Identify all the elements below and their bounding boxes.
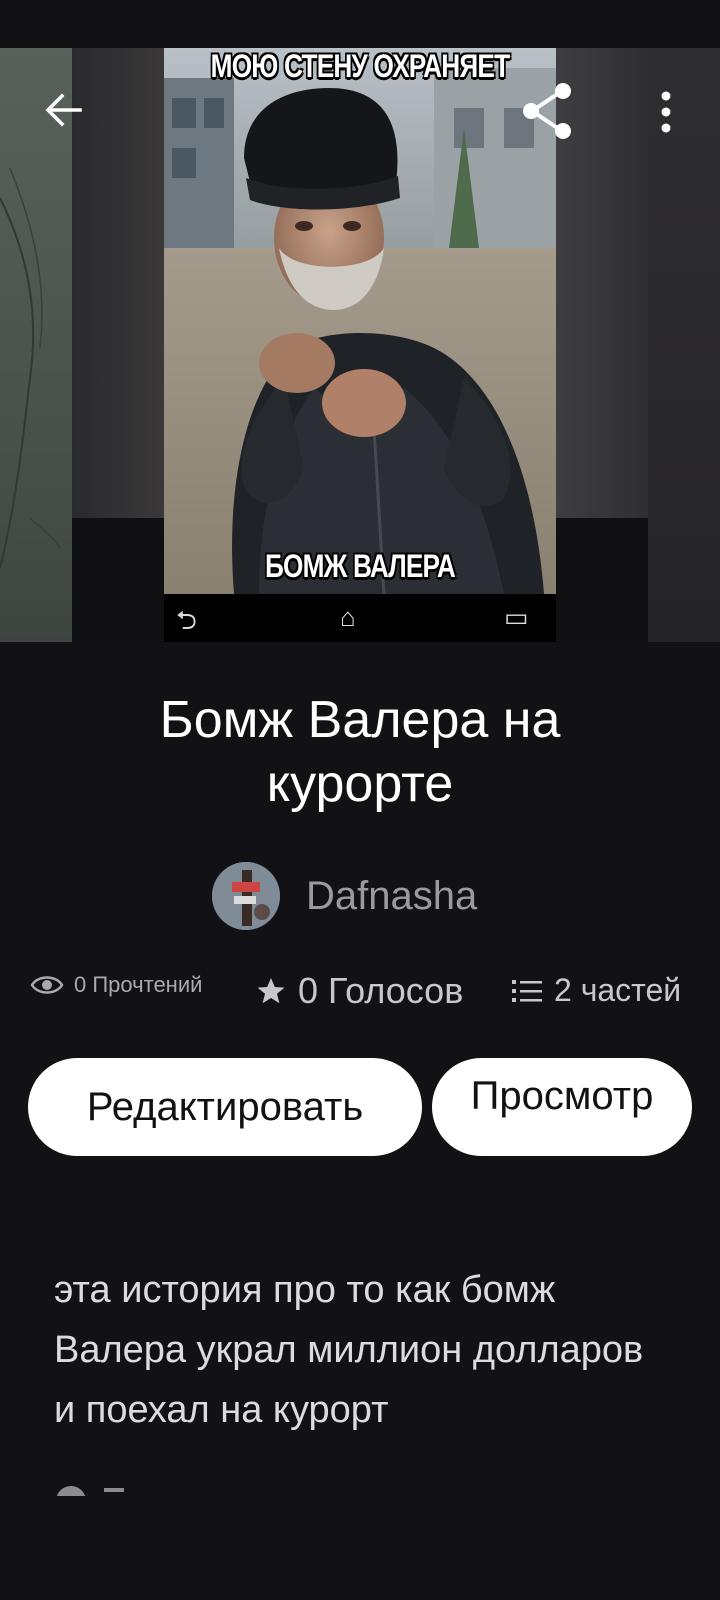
author-avatar[interactable] [212,862,280,930]
next-section-peek [56,1482,256,1496]
star-icon [257,978,285,1004]
share-button[interactable] [516,80,578,142]
cover-caption-top: МОЮ СТЕНУ ОХРАНЯЕТ [210,48,510,84]
nav-home-icon: ⌂ [340,602,356,632]
more-options-button[interactable] [640,86,692,138]
story-description: эта история про то как бомж Валера украл… [54,1269,644,1431]
more-vertical-icon [661,91,671,133]
eye-icon [30,976,64,994]
nav-back-icon: ⮌ [176,605,197,635]
preview-button[interactable]: Просмотр [432,1058,692,1156]
share-icon [523,83,571,139]
list-icon [512,979,542,1002]
reads-count: 0 Прочтений [74,972,203,997]
parts-stat[interactable]: 2 частей [512,972,681,1009]
status-bar [0,0,720,48]
story-cover-image: МОЮ СТЕНУ ОХРАНЯЕТ БОМЖ ВАЛЕРА ⮌ ⌂ ▭ [164,48,556,642]
back-button[interactable] [36,82,92,138]
votes-stat: 0 Голосов [256,970,463,1012]
parts-count: 2 частей [554,972,682,1008]
author-row[interactable]: Dafnasha [212,862,477,930]
story-title: Бомж Валера на курорте [159,691,561,813]
cover-backdrop-left-bottom [72,518,164,642]
arrow-left-icon [45,93,82,127]
cover-carousel[interactable]: МОЮ СТЕНУ ОХРАНЯЕТ БОМЖ ВАЛЕРА ⮌ ⌂ ▭ [0,48,720,642]
cover-backdrop-right-bottom [556,518,648,642]
section-label-fragment [104,1488,124,1492]
section-icon [56,1486,86,1496]
votes-count: 0 Голосов [298,970,464,1011]
author-name[interactable]: Dafnasha [306,874,477,919]
nav-recent-icon: ▭ [504,602,529,632]
cover-nav-bar: ⮌ ⌂ ▭ [164,594,556,642]
edit-button[interactable]: Редактировать [28,1058,422,1156]
cover-caption-bottom: БОМЖ ВАЛЕРА [264,548,456,584]
story-stats: 0 Прочтений 0 Голосов 2 частей [0,970,720,1020]
reads-stat: 0 Прочтений [30,972,202,998]
